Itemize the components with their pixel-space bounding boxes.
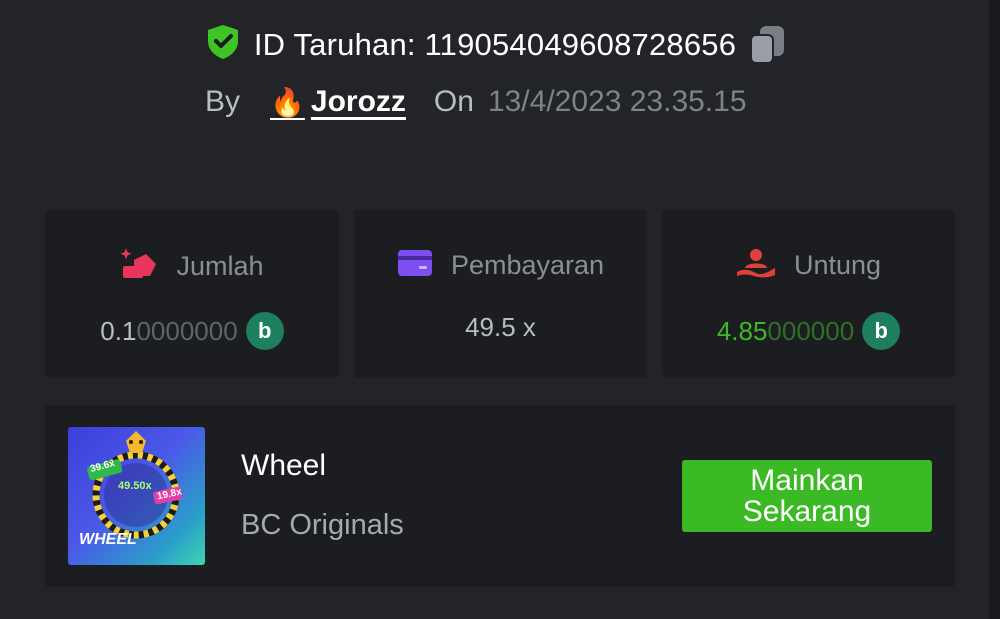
scrollbar[interactable] bbox=[989, 0, 1000, 619]
game-thumbnail[interactable]: 39.6x 49.50x 19.8x WHEEL bbox=[68, 427, 205, 565]
bet-author-row: By 🔥 Jorozz On 13/4/2023 23.35.15 bbox=[205, 85, 747, 119]
profit-trail: 000000 bbox=[767, 315, 855, 346]
amount-main: 0.1 bbox=[100, 315, 137, 346]
amount-value: 0.10000000 b bbox=[45, 312, 339, 350]
profit-hand-icon bbox=[736, 248, 776, 283]
thumb-tag-2: 49.50x bbox=[118, 480, 152, 492]
bet-id-row: ID Taruhan: 119054049608728656 bbox=[0, 24, 990, 65]
profit-card: Untung 4.85000000 b bbox=[662, 210, 955, 378]
play-now-button[interactable]: Mainkan Sekarang bbox=[682, 460, 932, 532]
fire-emoji-icon: 🔥 bbox=[270, 86, 305, 118]
bet-amount-icon bbox=[120, 248, 158, 285]
amount-card: Jumlah 0.10000000 b bbox=[45, 210, 339, 378]
bc-coin-icon: b bbox=[245, 312, 284, 350]
username: Jorozz bbox=[310, 85, 406, 118]
bet-id: ID Taruhan: 119054049608728656 bbox=[253, 26, 737, 62]
bet-date: 13/4/2023 23.35.15 bbox=[487, 85, 747, 118]
game-panel: 39.6x 49.50x 19.8x WHEEL Wheel BC Origin… bbox=[45, 405, 955, 587]
profit-main: 4.85 bbox=[716, 315, 768, 346]
on-label: On bbox=[433, 85, 474, 118]
user-link[interactable]: 🔥 Jorozz bbox=[270, 85, 406, 119]
profit-value: 4.85000000 b bbox=[662, 312, 955, 350]
bc-coin-icon: b bbox=[862, 312, 901, 350]
payout-label: Pembayaran bbox=[450, 250, 605, 280]
profit-label: Untung bbox=[793, 250, 882, 280]
copy-icon[interactable] bbox=[750, 25, 785, 64]
by-label: By bbox=[205, 85, 241, 118]
payout-number: 49.5 x bbox=[465, 312, 536, 342]
thumb-title: WHEEL bbox=[79, 531, 137, 548]
game-name[interactable]: Wheel bbox=[241, 449, 326, 483]
payout-value: 49.5 x bbox=[354, 312, 647, 343]
amount-label: Jumlah bbox=[176, 251, 264, 281]
payout-card: Pembayaran 49.5 x bbox=[354, 210, 647, 378]
amount-trail: 0000000 bbox=[136, 315, 238, 346]
wallet-card-icon bbox=[397, 248, 433, 283]
game-provider: BC Originals bbox=[241, 509, 404, 541]
verified-shield-icon bbox=[206, 24, 240, 65]
